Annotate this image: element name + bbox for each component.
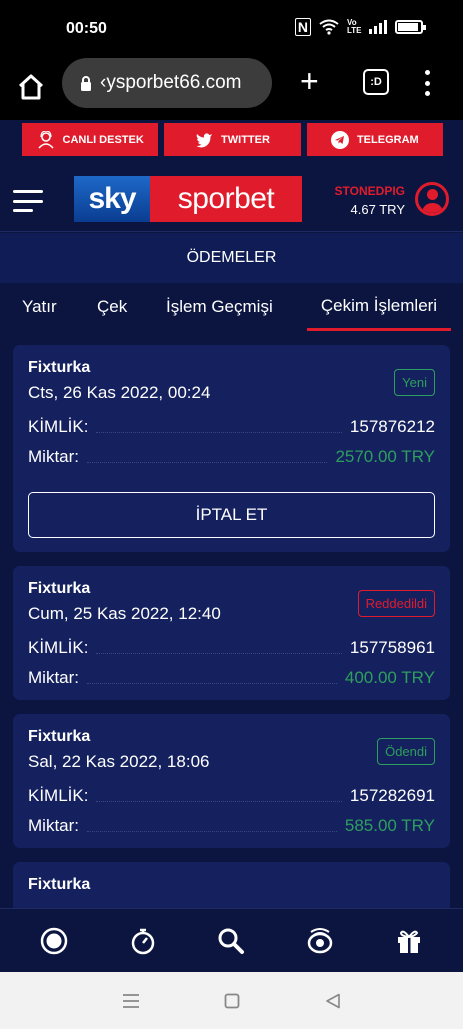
twitter-label: TWITTER: [221, 133, 270, 146]
id-label: KİMLİK:: [28, 417, 89, 436]
id-row: KİMLİK: 157758961: [28, 638, 435, 658]
battery-level: [398, 23, 419, 31]
amount-label: Miktar:: [28, 668, 79, 687]
user-avatar-icon[interactable]: [415, 182, 449, 216]
withdrawal-card: Fixturka Sal, 22 Kas 2022, 18:06 Ödendi …: [13, 714, 450, 848]
volte-label: Vo LTE: [347, 18, 362, 35]
recents-icon[interactable]: [122, 993, 140, 1009]
transaction-amount: 2570.00 TRY: [335, 447, 435, 466]
bottom-navigation: [0, 908, 463, 972]
live-support-label: CANLI DESTEK: [62, 133, 144, 146]
social-links-bar: CANLI DESTEK TWITTER TELEGRAM: [0, 120, 463, 162]
user-balance: 4.67 TRY: [350, 202, 405, 217]
live-support-button[interactable]: CANLI DESTEK: [22, 123, 159, 156]
status-bar: 00:50 N Vo LTE: [0, 0, 463, 58]
provider-name: Fixturka: [28, 359, 91, 376]
support-agent-icon: [37, 130, 54, 149]
transaction-date: Sal, 22 Kas 2022, 18:06: [28, 752, 210, 771]
new-tab-button[interactable]: +: [300, 65, 319, 97]
id-label: KİMLİK:: [28, 786, 89, 805]
live-icon[interactable]: [38, 925, 70, 957]
back-icon[interactable]: [325, 993, 341, 1009]
logo-sky: sky: [74, 176, 150, 222]
transaction-amount: 400.00 TRY: [344, 668, 435, 687]
gift-icon[interactable]: [393, 925, 425, 957]
id-label: KİMLİK:: [28, 638, 89, 657]
id-row: KİMLİK: 157282691: [28, 786, 435, 806]
browser-toolbar: ‹ysporbet66.com + :D: [0, 58, 463, 120]
wifi-icon: [319, 19, 339, 35]
site-header: sky sporbet STONEDPIG 4.67 TRY: [0, 162, 463, 232]
provider-name: Fixturka: [28, 728, 91, 745]
tab-withdrawal-transactions[interactable]: Çekim İşlemleri: [307, 283, 451, 331]
amount-label: Miktar:: [28, 447, 79, 466]
transaction-id: 157758961: [349, 638, 435, 657]
transaction-id: 157876212: [349, 417, 435, 436]
provider-name: Fixturka: [28, 876, 91, 893]
stopwatch-icon[interactable]: [127, 925, 159, 957]
status-icons: N Vo LTE: [294, 18, 426, 36]
withdrawal-card: Fixturka Cts, 26 Kas 2022, 00:24 Yeni Kİ…: [13, 345, 450, 552]
transaction-amount: 585.00 TRY: [344, 816, 435, 835]
search-icon[interactable]: [215, 925, 247, 957]
battery-icon: [395, 20, 426, 34]
url-text: ‹ysporbet66.com: [100, 72, 242, 93]
transaction-date: Cts, 26 Kas 2022, 00:24: [28, 383, 211, 402]
tab-withdraw[interactable]: Çek: [97, 283, 127, 331]
user-info[interactable]: STONEDPIG 4.67 TRY: [335, 184, 405, 217]
address-bar[interactable]: ‹ysporbet66.com: [62, 58, 272, 108]
status-time: 00:50: [66, 20, 107, 37]
nfc-icon: N: [294, 18, 311, 36]
amount-row: Miktar: 2570.00 TRY: [28, 447, 435, 467]
home-icon[interactable]: [16, 72, 46, 102]
withdrawal-card: Fixturka Cum, 25 Kas 2022, 12:40 Reddedi…: [13, 566, 450, 700]
twitter-button[interactable]: TWITTER: [164, 123, 301, 156]
status-badge: Yeni: [394, 369, 435, 396]
withdrawal-list: Fixturka Cts, 26 Kas 2022, 00:24 Yeni Kİ…: [13, 345, 450, 936]
id-row: KİMLİK: 157876212: [28, 417, 435, 437]
site-logo[interactable]: sky sporbet: [74, 176, 302, 222]
lock-icon: [81, 75, 91, 91]
hamburger-menu-icon[interactable]: [13, 190, 43, 212]
tab-deposit[interactable]: Yatır: [22, 283, 57, 331]
amount-row: Miktar: 400.00 TRY: [28, 668, 435, 688]
amount-label: Miktar:: [28, 816, 79, 835]
telegram-button[interactable]: TELEGRAM: [306, 123, 443, 156]
browser-menu-button[interactable]: [420, 70, 434, 96]
system-navigation-bar: [0, 972, 463, 1029]
page-title: ÖDEMELER: [0, 233, 463, 283]
tab-transaction-history[interactable]: İşlem Geçmişi: [166, 283, 273, 331]
status-badge: Reddedildi: [357, 590, 435, 617]
cancel-withdrawal-button[interactable]: İPTAL ET: [28, 492, 435, 538]
system-home-icon[interactable]: [224, 993, 240, 1009]
status-badge: Ödendi: [377, 738, 435, 765]
telegram-label: TELEGRAM: [356, 133, 419, 146]
casino-chip-icon[interactable]: [304, 925, 336, 957]
signal-icon: [369, 20, 387, 34]
logo-sporbet: sporbet: [150, 176, 302, 222]
twitter-icon: [196, 132, 213, 147]
amount-row: Miktar: 585.00 TRY: [28, 816, 435, 836]
transaction-id: 157282691: [349, 786, 435, 805]
payment-tabs: Yatır Çek İşlem Geçmişi Çekim İşlemleri: [0, 283, 463, 331]
telegram-icon: [330, 130, 349, 149]
username: STONEDPIG: [334, 184, 405, 198]
tab-switcher-button[interactable]: :D: [363, 69, 389, 95]
